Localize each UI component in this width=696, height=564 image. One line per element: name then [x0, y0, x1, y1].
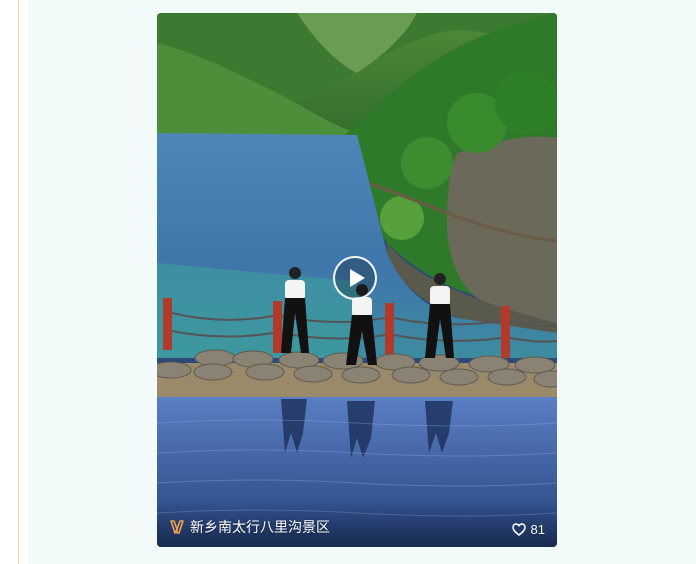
heart-icon	[511, 523, 526, 536]
like-count: 81	[530, 522, 545, 537]
content-panel: 新乡南太行八里沟景区 81	[28, 0, 696, 564]
location-tag[interactable]: 新乡南太行八里沟景区	[169, 517, 330, 537]
play-icon	[350, 269, 365, 287]
like-button[interactable]: 81	[511, 522, 545, 537]
page: 新乡南太行八里沟景区 81	[0, 0, 696, 564]
video-card[interactable]: 新乡南太行八里沟景区 81	[157, 13, 557, 547]
left-divider	[18, 0, 19, 564]
video-info-bar: 新乡南太行八里沟景区 81	[157, 501, 557, 547]
location-name: 新乡南太行八里沟景区	[190, 520, 330, 536]
play-button[interactable]	[333, 256, 377, 300]
location-bookmark-icon	[170, 520, 184, 534]
